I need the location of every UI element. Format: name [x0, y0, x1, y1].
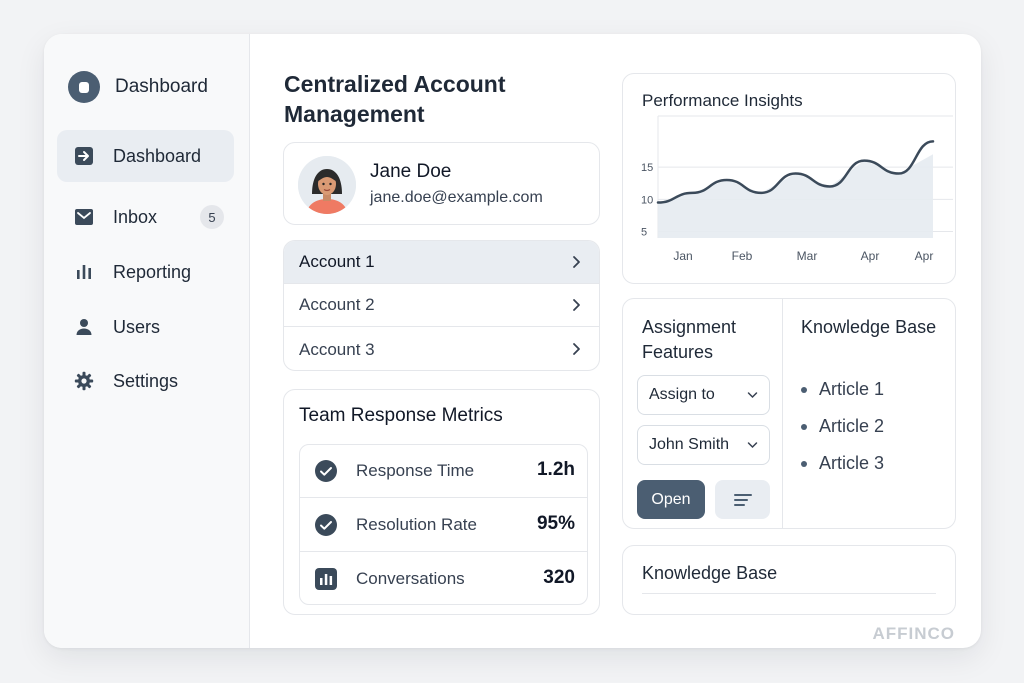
- metric-row-response-time: Response Time 1.2h: [300, 445, 587, 498]
- inbox-icon: [74, 207, 94, 227]
- article-link[interactable]: Article 2: [801, 416, 884, 453]
- profile-name: Jane Doe: [370, 161, 452, 182]
- check-circle-icon: [315, 514, 337, 536]
- assign-to-value: Assign to: [649, 386, 715, 403]
- article-link[interactable]: Article 3: [801, 453, 884, 490]
- metric-value: 1.2h: [536, 459, 575, 480]
- profile-card[interactable]: Jane Doe jane.doe@example.com: [283, 142, 600, 225]
- metric-label: Conversations: [356, 569, 465, 588]
- watermark-logo: AFFINCO: [872, 624, 955, 643]
- y-tick-label: 15: [641, 162, 653, 174]
- performance-line-chart: 5 10 15 Jan Feb Mar Apr Apr: [641, 115, 953, 263]
- open-button[interactable]: Open: [637, 480, 705, 519]
- sidebar-item-label: Settings: [113, 370, 179, 391]
- sidebar-item-label: Dashboard: [113, 145, 202, 166]
- page-title: Centralized Account Management: [284, 71, 506, 127]
- x-tick-label: Mar: [797, 249, 818, 263]
- team-metrics-card: Team Response Metrics Response Time 1.2h…: [283, 389, 600, 615]
- brand[interactable]: Dashboard: [68, 70, 208, 104]
- metrics-table: Response Time 1.2h Resolution Rate 95% C…: [299, 444, 588, 605]
- account-label: Account 1: [299, 252, 375, 271]
- y-tick-label: 5: [641, 227, 647, 239]
- split-divider: [782, 299, 783, 528]
- knowledge-base-card-title: Knowledge Base: [642, 563, 778, 583]
- arrow-right-square-icon: [74, 146, 94, 166]
- brand-label: Dashboard: [115, 76, 208, 97]
- bar-chart-icon: [315, 568, 337, 590]
- account-item-3[interactable]: Account 3: [284, 328, 599, 370]
- performance-insights-card: Performance Insights 5 10 15 Jan Feb Mar Apr Ap…: [622, 73, 956, 284]
- sidebar-item-label: Users: [113, 316, 161, 337]
- account-list: Account 1 Account 2 Account 3: [283, 240, 600, 371]
- chevron-down-icon: [747, 442, 758, 449]
- sidebar-item-inbox[interactable]: Inbox 5: [57, 191, 234, 243]
- x-tick-label: Jan: [673, 249, 692, 263]
- sidebar-item-reporting[interactable]: Reporting: [57, 246, 234, 298]
- account-item-2[interactable]: Account 2: [284, 284, 599, 327]
- account-label: Account 3: [299, 339, 375, 359]
- performance-title: Performance Insights: [642, 91, 803, 110]
- chevron-down-icon: [747, 392, 758, 399]
- inbox-count-badge: 5: [200, 205, 224, 229]
- profile-email: jane.doe@example.com: [370, 189, 543, 206]
- assignee-select[interactable]: John Smith: [637, 425, 770, 465]
- filter-button[interactable]: [715, 480, 770, 519]
- check-circle-icon: [315, 460, 337, 482]
- avatar: [298, 156, 356, 214]
- assignment-title: Assignment Features: [642, 317, 737, 362]
- metric-row-resolution-rate: Resolution Rate 95%: [300, 499, 587, 552]
- x-tick-label: Feb: [732, 249, 753, 263]
- user-icon: [74, 317, 94, 337]
- chevron-right-icon: [573, 299, 580, 311]
- x-tick-label: Apr: [915, 249, 934, 263]
- assignment-knowledge-card: Assignment Features Assign to John Smith…: [622, 298, 956, 529]
- chevron-right-icon: [573, 256, 580, 268]
- sidebar-item-settings[interactable]: Settings: [57, 355, 234, 407]
- y-tick-label: 10: [641, 194, 653, 206]
- brand-logo-icon: [68, 71, 100, 103]
- knowledge-base-title: Knowledge Base: [801, 317, 937, 337]
- sidebar-item-label: Inbox: [113, 206, 158, 227]
- account-label: Account 2: [299, 295, 375, 314]
- metric-value: 320: [543, 567, 575, 588]
- metric-label: Response Time: [356, 461, 475, 480]
- metrics-title: Team Response Metrics: [299, 405, 503, 426]
- x-tick-label: Apr: [861, 249, 880, 263]
- filter-lines-icon: [733, 493, 752, 506]
- gear-icon: [74, 371, 94, 391]
- metric-row-conversations: Conversations 320: [300, 553, 587, 604]
- knowledge-article-list: Article 1 Article 2 Article 3: [801, 379, 884, 490]
- sidebar-item-dashboard[interactable]: Dashboard: [57, 130, 234, 182]
- assignee-value: John Smith: [649, 436, 730, 453]
- metric-value: 95%: [536, 513, 575, 534]
- bar-chart-icon: [74, 262, 94, 282]
- knowledge-base-card[interactable]: Knowledge Base: [622, 545, 956, 615]
- account-item-1[interactable]: Account 1: [284, 241, 599, 284]
- divider: [642, 593, 936, 594]
- app-window: Dashboard Dashboard Inbox 5 Reporting Us…: [44, 34, 981, 648]
- assign-to-select[interactable]: Assign to: [637, 375, 770, 415]
- sidebar-item-users[interactable]: Users: [57, 301, 234, 353]
- sidebar-item-label: Reporting: [113, 261, 192, 282]
- chevron-right-icon: [573, 343, 580, 355]
- metric-label: Resolution Rate: [356, 515, 477, 534]
- article-link[interactable]: Article 1: [801, 379, 884, 416]
- sidebar: Dashboard Dashboard Inbox 5 Reporting Us…: [44, 34, 250, 648]
